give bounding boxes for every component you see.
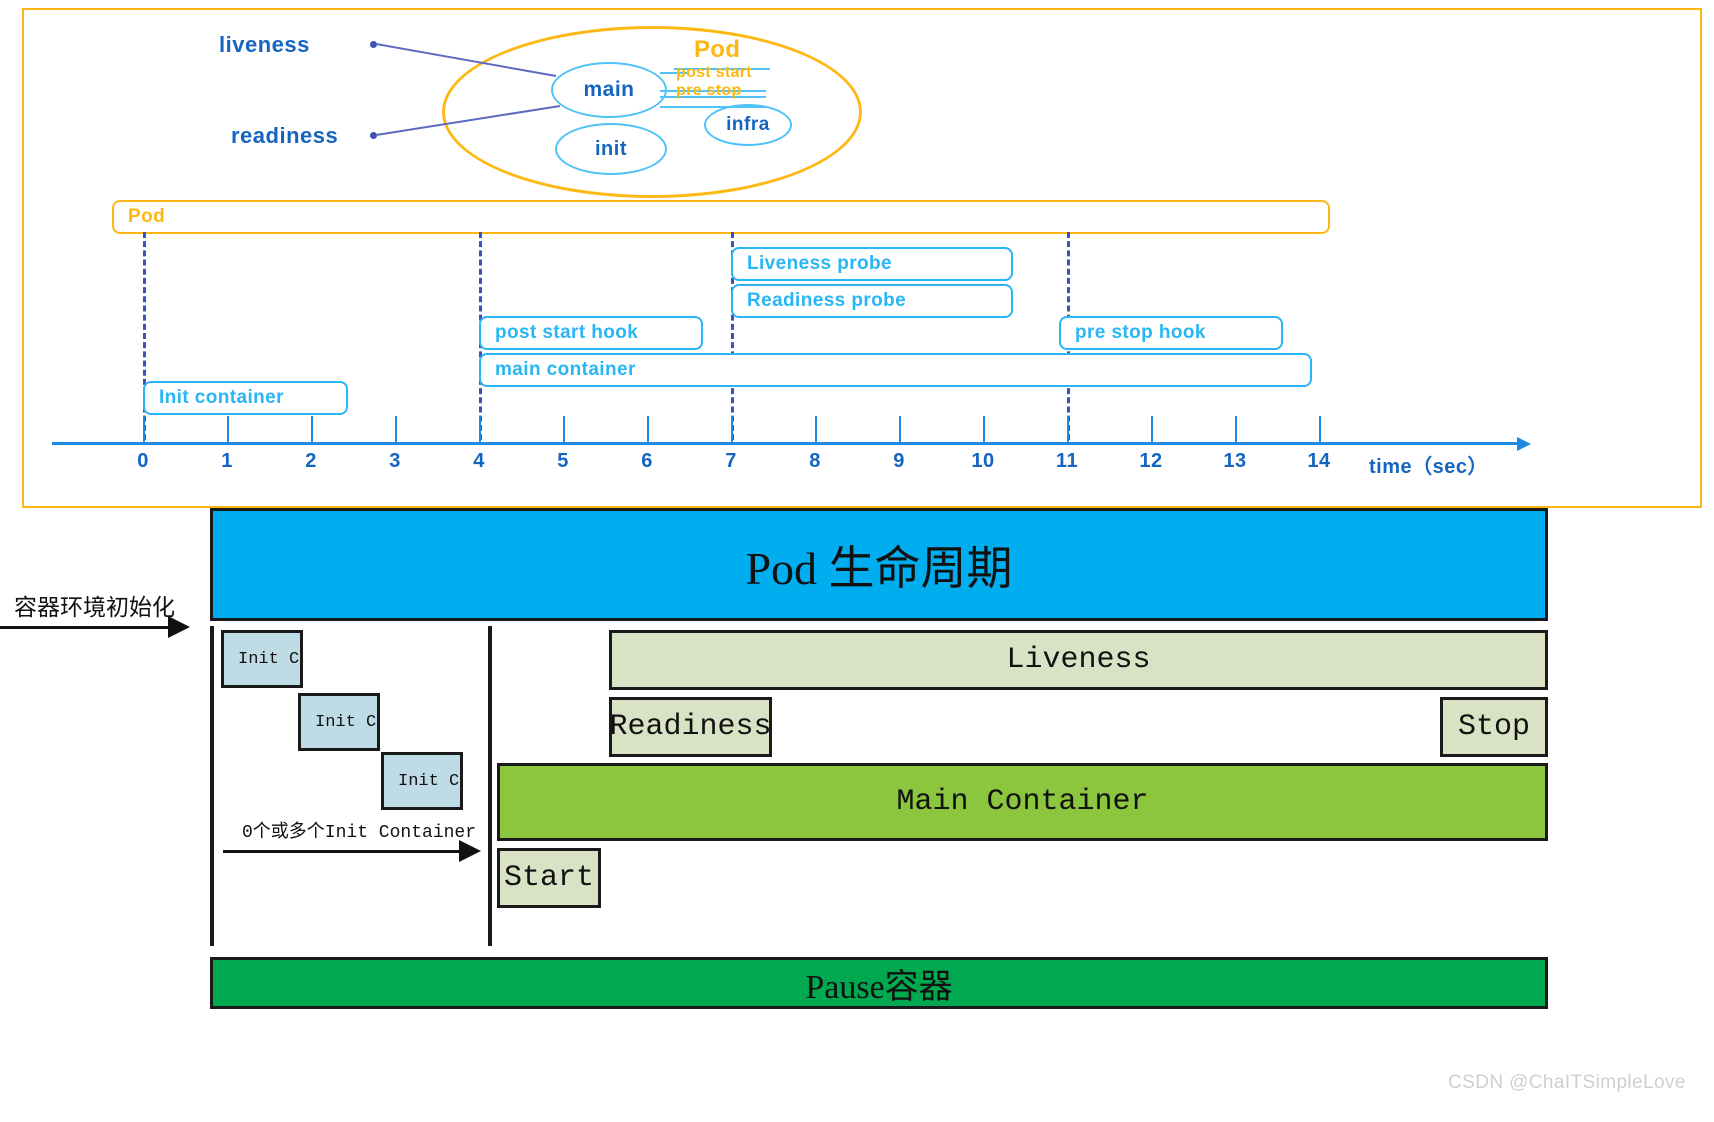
timeline-bar-readiness-probe: Readiness probe (731, 284, 1013, 318)
callout-label-liveness: liveness (219, 32, 310, 57)
axis-tick (227, 416, 229, 442)
axis-tick-label: 9 (893, 450, 905, 472)
axis-unit-label: time（sec） (1369, 456, 1488, 478)
axis-tick (311, 416, 313, 442)
axis-tick-label: 10 (971, 450, 995, 472)
init-note-label: 0个或多个Init Container (242, 823, 477, 843)
phase-label-main-container: Main Container (896, 785, 1149, 819)
watermark-text: CSDN @ChaITSimpleLove (1448, 1072, 1686, 1093)
hook-label-pre-stop: pre stop (676, 82, 742, 99)
axis-tick (731, 416, 733, 442)
timeline-bar-post-start-hook: post start hook (479, 316, 703, 350)
pause-container-bar: Pause容器 (210, 957, 1548, 1009)
axis-tick (647, 416, 649, 442)
axis-tick (395, 416, 397, 442)
callout-dot-liveness (370, 41, 377, 48)
container-ellipse-main: main (551, 62, 667, 118)
lifecycle-title: Pod 生命周期 (745, 542, 1013, 594)
timeline-bar-pre-stop-hook: pre stop hook (1059, 316, 1283, 350)
axis-tick-label: 13 (1223, 450, 1247, 472)
timeline-bar-main-container: main container (479, 353, 1312, 387)
axis-tick (1151, 416, 1153, 442)
init-container-box-1: Init C (221, 630, 303, 688)
pod-ellipse-outer (442, 26, 862, 198)
axis-tick (1235, 416, 1237, 442)
hook-label-post-start: post start (676, 64, 752, 81)
timeline-bar-label: Init container (159, 387, 284, 408)
init-container-label: Init C (315, 712, 377, 732)
hook-line-e (660, 106, 766, 108)
init-section-right-border (488, 626, 492, 946)
axis-tick-label: 6 (641, 450, 653, 472)
entry-arrow-label: 容器环境初始化 (14, 594, 175, 620)
axis-tick (983, 416, 985, 442)
axis-tick-label: 11 (1055, 450, 1079, 472)
axis-tick (815, 416, 817, 442)
axis-tick (143, 416, 145, 442)
timeline-bar-label: pre stop hook (1075, 322, 1206, 343)
phase-box-start: Start (497, 848, 601, 908)
axis-tick (1067, 416, 1069, 442)
init-container-box-3: Init C (381, 752, 463, 810)
container-ellipse-init: init (555, 123, 667, 175)
bottom-diagram-panel: 容器环境初始化 Pod 生命周期 Init C Init C Init C 0个… (0, 508, 1714, 1122)
init-container-label: Init C (398, 771, 460, 791)
phase-label-readiness: Readiness (609, 710, 772, 744)
init-note-arrow-head (459, 840, 481, 862)
diagram-root: Pod main init infra post start pre stop … (0, 0, 1714, 1122)
timeline-bar-label: post start hook (495, 322, 639, 343)
axis-tick-label: 7 (725, 450, 737, 472)
phase-box-main-container: Main Container (497, 763, 1548, 841)
axis-tick (479, 416, 481, 442)
pod-ellipse-label: Pod (694, 36, 741, 63)
entry-arrow-head (168, 616, 190, 638)
callout-dot-readiness (370, 132, 377, 139)
time-axis-arrow (1517, 437, 1531, 451)
phase-box-readiness: Readiness (609, 697, 772, 757)
container-label-main: main (583, 78, 635, 101)
axis-tick-label: 2 (305, 450, 317, 472)
axis-tick (563, 416, 565, 442)
timeline-bar-liveness-probe: Liveness probe (731, 247, 1013, 281)
axis-tick-label: 12 (1139, 450, 1163, 472)
init-container-box-2: Init C (298, 693, 380, 751)
axis-tick-label: 14 (1307, 450, 1331, 472)
timeline-bar-init-container: Init container (143, 381, 348, 415)
container-ellipse-infra: infra (704, 104, 792, 146)
axis-tick-label: 3 (389, 450, 401, 472)
container-label-infra: infra (726, 114, 770, 135)
timeline-bar-label: main container (495, 359, 636, 380)
init-note-arrow-line (223, 850, 463, 853)
axis-tick (1319, 416, 1321, 442)
lifecycle-title-bar: Pod 生命周期 (210, 508, 1548, 621)
init-section-left-border (210, 626, 214, 946)
callout-label-readiness: readiness (231, 123, 339, 148)
top-diagram-panel: Pod main init infra post start pre stop … (22, 8, 1702, 508)
axis-tick-label: 1 (221, 450, 233, 472)
axis-tick-label: 4 (473, 450, 485, 472)
axis-tick (899, 416, 901, 442)
phase-label-stop: Stop (1457, 710, 1530, 744)
axis-tick-label: 8 (809, 450, 821, 472)
timeline-pod-bar: Pod (112, 200, 1330, 234)
axis-tick-label: 5 (557, 450, 569, 472)
container-label-init: init (595, 137, 627, 160)
entry-arrow-line (0, 626, 172, 629)
phase-label-start: Start (503, 861, 594, 895)
init-container-label: Init C (238, 649, 300, 669)
time-axis-line (52, 442, 1517, 445)
axis-tick-label: 0 (137, 450, 149, 472)
timeline-pod-bar-label: Pod (128, 206, 166, 227)
phase-box-stop: Stop (1440, 697, 1548, 757)
pause-container-label: Pause容器 (805, 968, 953, 1006)
timeline-bar-label: Readiness probe (747, 290, 907, 311)
phase-box-liveness: Liveness (609, 630, 1548, 690)
timeline-bar-label: Liveness probe (747, 253, 892, 274)
phase-label-liveness: Liveness (1006, 643, 1151, 677)
